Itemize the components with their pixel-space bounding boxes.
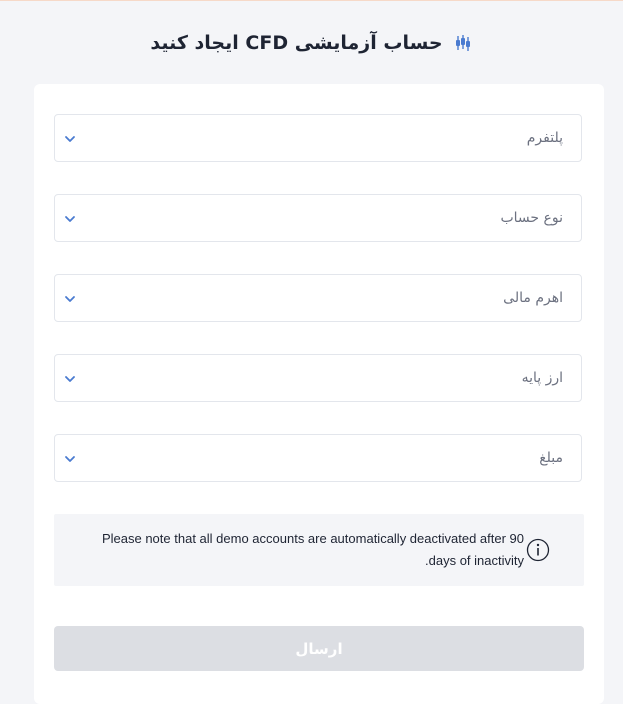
base-currency-select-label: ارز پایه [521,370,563,386]
base-currency-select[interactable]: ارز پایه [54,354,582,402]
chevron-down-icon [63,131,77,145]
chevron-down-icon [63,211,77,225]
chevron-down-icon [63,451,77,465]
notice-text: Please note that all demo accounts are a… [101,531,524,568]
platform-select-label: پلتفرم [526,130,563,146]
inactivity-notice: Please note that all demo accounts are a… [54,514,584,586]
demo-account-form: پلتفرم نوع حساب اهرم مالی ارز پایه مبلغ [34,84,604,704]
chevron-down-icon [63,371,77,385]
top-divider [0,0,623,1]
amount-select-label: مبلغ [539,450,563,466]
account-type-select-label: نوع حساب [500,210,563,226]
leverage-select[interactable]: اهرم مالی [54,274,582,322]
amount-select[interactable]: مبلغ [54,434,582,482]
info-icon [526,538,550,562]
candlestick-icon [453,33,473,53]
submit-button[interactable]: ارسال [54,626,584,671]
account-type-select[interactable]: نوع حساب [54,194,582,242]
page-header: حساب آزمایشی CFD ایجاد کنید [0,28,623,58]
platform-select[interactable]: پلتفرم [54,114,582,162]
page-title: حساب آزمایشی CFD ایجاد کنید [150,32,443,54]
leverage-select-label: اهرم مالی [503,290,563,306]
chevron-down-icon [63,291,77,305]
